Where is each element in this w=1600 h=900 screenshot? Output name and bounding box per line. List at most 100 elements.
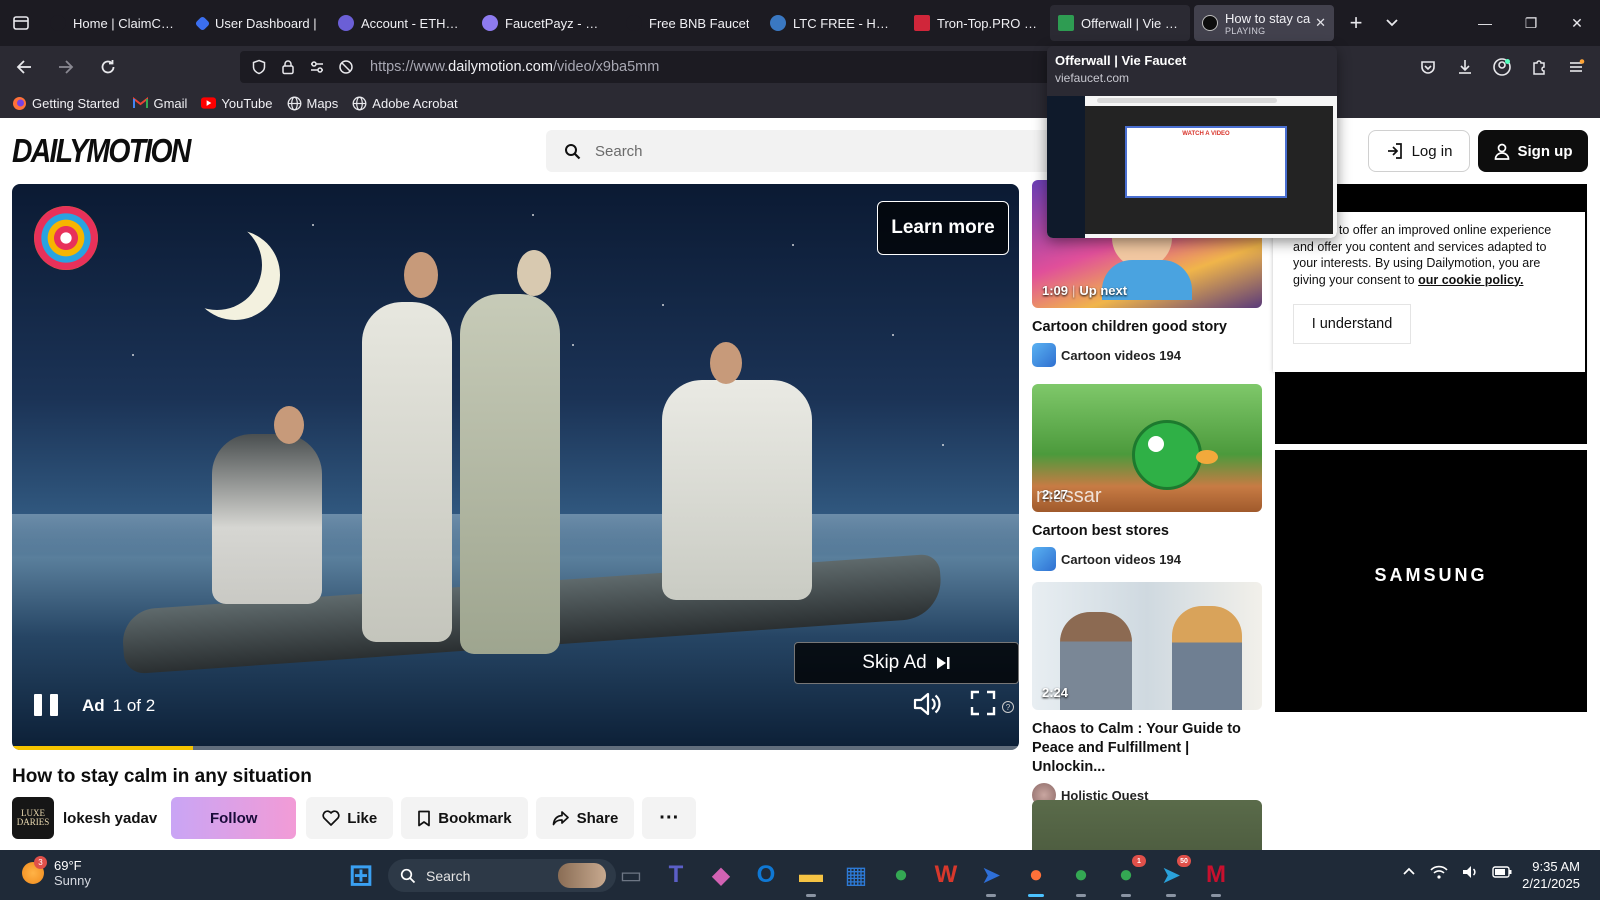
login-button[interactable]: Log in	[1368, 130, 1470, 172]
related-video-title[interactable]: Chaos to Calm : Your Guide to Peace and …	[1032, 720, 1262, 777]
extensions-button[interactable]	[1520, 51, 1557, 83]
copilot-icon[interactable]: ◆	[705, 859, 737, 891]
related-video-card[interactable]: 2:24 Chaos to Calm : Your Guide to Peace…	[1032, 582, 1262, 807]
speaker-icon[interactable]	[1462, 865, 1478, 884]
file-explorer-icon-glyph: ▬	[799, 861, 823, 888]
tab-claimcrypto[interactable]: Home | ClaimCrypto	[42, 5, 182, 41]
system-clock[interactable]: 9:35 AM 2/21/2025	[1522, 858, 1580, 892]
samsung-ad-banner[interactable]: SAMSUNG	[1275, 450, 1587, 712]
video-duration: 1:09 | Up next	[1042, 283, 1128, 298]
learn-more-button[interactable]: Learn more	[877, 201, 1009, 255]
tab-bnb-faucet[interactable]: Free BNB Faucet	[618, 5, 758, 41]
tab-close-icon[interactable]: ✕	[1315, 15, 1326, 31]
tab-tron-top[interactable]: Tron-Top.PRO - M	[906, 5, 1046, 41]
skip-ad-button[interactable]: Skip Ad	[794, 642, 1019, 684]
pocket-button[interactable]	[1409, 51, 1446, 83]
tab-user-dashboard[interactable]: User Dashboard |	[186, 5, 326, 41]
autoplay-blocked-icon[interactable]	[337, 58, 355, 76]
tab-offerwall[interactable]: Offerwall | Vie Fau	[1050, 5, 1190, 41]
back-button[interactable]	[6, 51, 42, 83]
telegram-icon[interactable]: ➤ 50	[1155, 855, 1191, 897]
minimize-button[interactable]: —	[1462, 0, 1508, 46]
chrome-icon[interactable]: ●	[885, 859, 917, 891]
related-video-card[interactable]	[1032, 800, 1262, 850]
address-bar[interactable]: https://www.dailymotion.com/video/x9ba5m…	[240, 51, 1060, 83]
file-explorer-icon[interactable]: ▬	[795, 859, 827, 897]
advertiser-logo[interactable]	[34, 206, 98, 270]
bookmark-adobe-acrobat[interactable]: Adobe Acrobat	[352, 96, 458, 111]
like-button[interactable]: Like	[306, 797, 394, 839]
video-thumbnail[interactable]	[1032, 800, 1262, 850]
permissions-icon[interactable]	[308, 58, 326, 76]
related-video-title[interactable]: Cartoon children good story	[1032, 318, 1262, 337]
wps-icon[interactable]: W	[930, 859, 962, 891]
chrome-profile-icon[interactable]: ●	[1065, 859, 1097, 897]
tab-favicon-icon	[50, 15, 66, 31]
store-icon-glyph: ▦	[844, 861, 868, 889]
battery-icon[interactable]	[1492, 865, 1512, 884]
channel-avatar[interactable]: LUXE DARIES	[12, 797, 54, 839]
close-window-button[interactable]: ✕	[1554, 0, 1600, 46]
related-video-card[interactable]: mussar 2:27 Cartoon best stores Cartoon …	[1032, 384, 1262, 571]
store-icon[interactable]: ▦	[840, 859, 872, 891]
video-thumbnail[interactable]: 2:24	[1032, 582, 1262, 710]
search-input[interactable]: Search	[546, 130, 1066, 172]
outlook-icon[interactable]: O	[750, 859, 782, 891]
firefox-icon[interactable]: ●	[1020, 859, 1052, 897]
cookie-accept-button[interactable]: I understand	[1293, 304, 1411, 344]
new-tab-button[interactable]: +	[1338, 5, 1374, 41]
video-player[interactable]: Learn more Skip Ad Ad 1 of 2 ?	[12, 184, 1019, 750]
restore-button[interactable]: ❐	[1508, 0, 1554, 46]
taskbar-search[interactable]: Search	[388, 859, 616, 892]
list-all-tabs-button[interactable]	[1374, 5, 1410, 41]
teams-icon[interactable]: T	[660, 859, 692, 891]
tab-active-dailymotion[interactable]: How to stay ca PLAYING ✕	[1194, 5, 1334, 41]
tab-list-button[interactable]	[0, 0, 42, 46]
chevron-up-icon[interactable]	[1402, 865, 1416, 884]
bookmark-maps[interactable]: Maps	[287, 96, 338, 111]
more-options-button[interactable]: ···	[642, 797, 697, 839]
video-thumbnail[interactable]: mussar 2:27	[1032, 384, 1262, 512]
forward-button[interactable]	[48, 51, 84, 83]
tab-label: LTC FREE - Home	[793, 15, 894, 31]
tab-faucetpayz[interactable]: FaucetPayz - Hom	[474, 5, 614, 41]
video-title: How to stay calm in any situation	[12, 766, 312, 787]
tab-playing-label: PLAYING	[1225, 25, 1266, 36]
related-video-channel[interactable]: Cartoon videos 194	[1032, 547, 1262, 571]
start-icon[interactable]: ⊞	[345, 859, 377, 892]
related-video-channel[interactable]: Cartoon videos 194	[1032, 343, 1262, 367]
reload-button[interactable]	[90, 51, 126, 83]
dailymotion-logo[interactable]: DAILYMOTION	[12, 132, 191, 170]
share-button[interactable]: Share	[535, 797, 635, 839]
arrow-right-icon	[59, 60, 74, 74]
search-placeholder: Search	[595, 142, 643, 160]
lock-icon[interactable]	[279, 58, 297, 76]
weather-widget[interactable]: 3 69°F Sunny	[22, 856, 91, 888]
tab-ethmir-account[interactable]: Account - ETHMir	[330, 5, 470, 41]
related-video-title[interactable]: Cartoon best stores	[1032, 522, 1262, 541]
tab-ltc-free[interactable]: LTC FREE - Home	[762, 5, 902, 41]
channel-name[interactable]: lokesh yadav	[63, 810, 157, 827]
signup-button[interactable]: Sign up	[1478, 130, 1588, 172]
bookmark-button[interactable]: Bookmark	[401, 797, 528, 839]
volume-button[interactable]	[912, 690, 942, 723]
cookie-policy-link[interactable]: our cookie policy.	[1418, 273, 1523, 287]
bookmark-youtube[interactable]: YouTube	[201, 96, 273, 111]
file-viewer-icon[interactable]: ▭	[615, 859, 647, 891]
chrome-profile-2-icon[interactable]: ● 1	[1110, 855, 1146, 897]
mcafee-icon[interactable]: M	[1200, 859, 1232, 897]
account-button[interactable]	[1483, 51, 1520, 83]
toolbar-actions	[1409, 51, 1594, 83]
follow-button[interactable]: Follow	[171, 797, 297, 839]
help-icon[interactable]: ?	[1002, 701, 1014, 713]
downloads-button[interactable]	[1446, 51, 1483, 83]
ad-progress-bar[interactable]	[12, 746, 1019, 750]
wifi-icon[interactable]	[1430, 865, 1448, 884]
shield-icon[interactable]	[250, 58, 268, 76]
pause-button[interactable]	[34, 694, 58, 718]
bluebird-icon[interactable]: ➤	[975, 859, 1007, 897]
bookmark-getting-started[interactable]: Getting Started	[12, 96, 119, 111]
bookmark-gmail[interactable]: Gmail	[133, 96, 187, 111]
app-menu-button[interactable]	[1557, 51, 1594, 83]
fullscreen-button[interactable]	[970, 690, 996, 721]
